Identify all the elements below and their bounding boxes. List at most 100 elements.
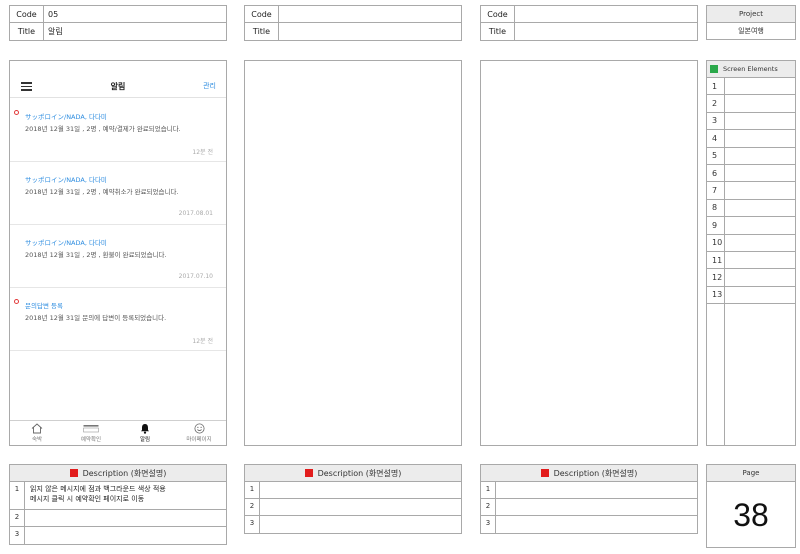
title-label: Title — [245, 23, 279, 40]
row-text — [496, 499, 697, 515]
tab-label: 알림 — [139, 437, 151, 443]
red-square-icon — [69, 469, 78, 477]
screen-element-number: 11 — [707, 252, 725, 270]
description-row: 1 읽지 않은 메시지에 점과 백그라운드 색상 적용 메시지 클릭 시 예약확… — [10, 482, 226, 510]
screen-elements-header: Screen Elements — [707, 61, 795, 78]
description-title: Description (화면설명) — [553, 468, 638, 478]
notification-title: サッポロイン/NADA, 다다미 — [25, 239, 107, 247]
screen-element-number: 3 — [707, 112, 725, 131]
row-number: 3 — [10, 527, 25, 544]
tab-label: 숙박 — [31, 437, 43, 443]
screen-element-cell — [725, 148, 795, 165]
title-label: Title — [10, 23, 44, 40]
tab-notifications[interactable]: 알림 — [118, 421, 172, 445]
screen-element-number: 2 — [707, 95, 725, 113]
row-text-line: 읽지 않은 메시지에 점과 백그라운드 색상 적용 — [30, 485, 166, 493]
bottom-tab-bar: 숙박 예약확인 알림 마이페이지 — [10, 420, 226, 445]
description-row: 3 — [481, 516, 697, 533]
screen-element-cell — [725, 200, 795, 218]
description-row: 1 — [245, 482, 461, 499]
screen-element-cell — [725, 165, 795, 183]
notification-title: サッポロイン/NADA, 다다미 — [25, 113, 107, 121]
notification-item[interactable]: サッポロイン/NADA, 다다미 2018년 12월 31일 , 2명 , 예약… — [10, 162, 226, 225]
screen-elements-panel: Screen Elements 1 2 3 4 5 6 7 8 9 10 11 12 13 — [706, 60, 796, 446]
row-number: 1 — [481, 482, 496, 498]
notification-body: 2018년 12월 31일 , 2명 , 예약취소가 완료되었습니다. — [25, 188, 179, 196]
screen-element-number: 13 — [707, 286, 725, 305]
bell-icon — [140, 423, 150, 434]
description-row: 2 — [481, 499, 697, 516]
row-text — [25, 527, 226, 544]
screen-elements-title: Screen Elements — [723, 65, 778, 73]
description-row: 3 — [245, 516, 461, 533]
notification-item[interactable]: サッポロイン/NADA, 다다미 2018년 12월 31일 , 2명 , 예약… — [10, 99, 226, 162]
row-text: 읽지 않은 메시지에 점과 백그라운드 색상 적용 메시지 클릭 시 예약확인 … — [25, 482, 226, 509]
notification-title: サッポロイン/NADA, 다다미 — [25, 176, 107, 184]
code-value: 05 — [48, 9, 59, 19]
screen-element-cell — [725, 78, 795, 96]
title-label: Title — [481, 23, 515, 40]
header-info-table-3: Code Title — [480, 5, 698, 41]
page-label: Page — [707, 465, 795, 482]
screen-element-number: 8 — [707, 199, 725, 218]
description-row: 3 — [10, 527, 226, 544]
row-text — [25, 510, 226, 526]
page-number: 38 — [733, 497, 769, 533]
screen-element-cell — [725, 130, 795, 148]
row-number: 1 — [10, 482, 25, 509]
row-text-line: 메시지 클릭 시 예약확인 페이지로 이동 — [30, 495, 145, 503]
row-number: 2 — [245, 499, 260, 515]
notification-title: 문의답변 등록 — [25, 302, 63, 310]
notification-item[interactable]: サッポロイン/NADA, 다다미 2018년 12월 31일 , 2명 , 환불… — [10, 225, 226, 288]
screen-element-number: 5 — [707, 147, 725, 165]
screen-element-cell — [725, 113, 795, 131]
description-header: Description (화면설명) — [245, 465, 461, 482]
red-square-icon — [304, 469, 313, 477]
green-square-icon — [710, 65, 718, 73]
screen-element-number: 9 — [707, 217, 725, 235]
app-header: 알림 관리 — [10, 76, 226, 98]
empty-screen-frame-3 — [480, 60, 698, 446]
screen-element-cell — [725, 252, 795, 270]
screen-elements-column-divider — [724, 304, 725, 445]
screen-title: 알림 — [110, 82, 126, 91]
code-value — [515, 6, 697, 22]
unread-dot-icon — [14, 110, 19, 115]
notification-body: 2018년 12월 31일 , 2명 , 예약/결제가 완료되었습니다. — [25, 125, 181, 133]
screen-element-number: 1 — [707, 78, 725, 96]
notification-item[interactable]: 문의답변 등록 2018년 12월 31일 문의에 답변이 등록되었습니다. 1… — [10, 288, 226, 351]
screen-element-number: 4 — [707, 130, 725, 148]
code-label: Code — [481, 6, 515, 22]
code-label: Code — [10, 6, 44, 22]
notification-time: 12분 전 — [192, 149, 213, 156]
description-title: Description (화면설명) — [317, 468, 402, 478]
description-header: Description (화면설명) — [481, 465, 697, 482]
code-label: Code — [245, 6, 279, 22]
row-text — [496, 516, 697, 533]
tab-label: 예약확인 — [80, 437, 102, 443]
header-info-table-1: Code 05 Title 알림 — [9, 5, 227, 41]
project-box: Project 일본여행 — [706, 5, 796, 40]
row-text — [260, 499, 461, 515]
screen-element-number: 12 — [707, 269, 725, 287]
row-number: 3 — [481, 516, 496, 533]
notification-body: 2018년 12월 31일 문의에 답변이 등록되었습니다. — [25, 314, 167, 322]
notification-time: 12분 전 — [192, 338, 213, 345]
tab-lodging[interactable]: 숙박 — [10, 421, 64, 445]
screen-element-number: 6 — [707, 165, 725, 183]
row-text — [260, 516, 461, 533]
unread-dot-icon — [14, 299, 19, 304]
project-value: 일본여행 — [738, 27, 764, 35]
row-number: 2 — [10, 510, 25, 526]
description-row: 1 — [481, 482, 697, 499]
screen-element-number: 7 — [707, 182, 725, 200]
header-info-table-2: Code Title — [244, 5, 462, 41]
row-text — [260, 482, 461, 498]
manage-button[interactable]: 관리 — [203, 81, 216, 91]
description-table-3: Description (화면설명) 1 2 3 — [480, 464, 698, 534]
tab-mypage[interactable]: 마이페이지 — [172, 421, 226, 445]
title-value — [279, 23, 461, 40]
screen-element-cell — [725, 95, 795, 113]
tab-reservation[interactable]: 예약확인 — [64, 421, 118, 445]
project-label: Project — [707, 6, 795, 23]
